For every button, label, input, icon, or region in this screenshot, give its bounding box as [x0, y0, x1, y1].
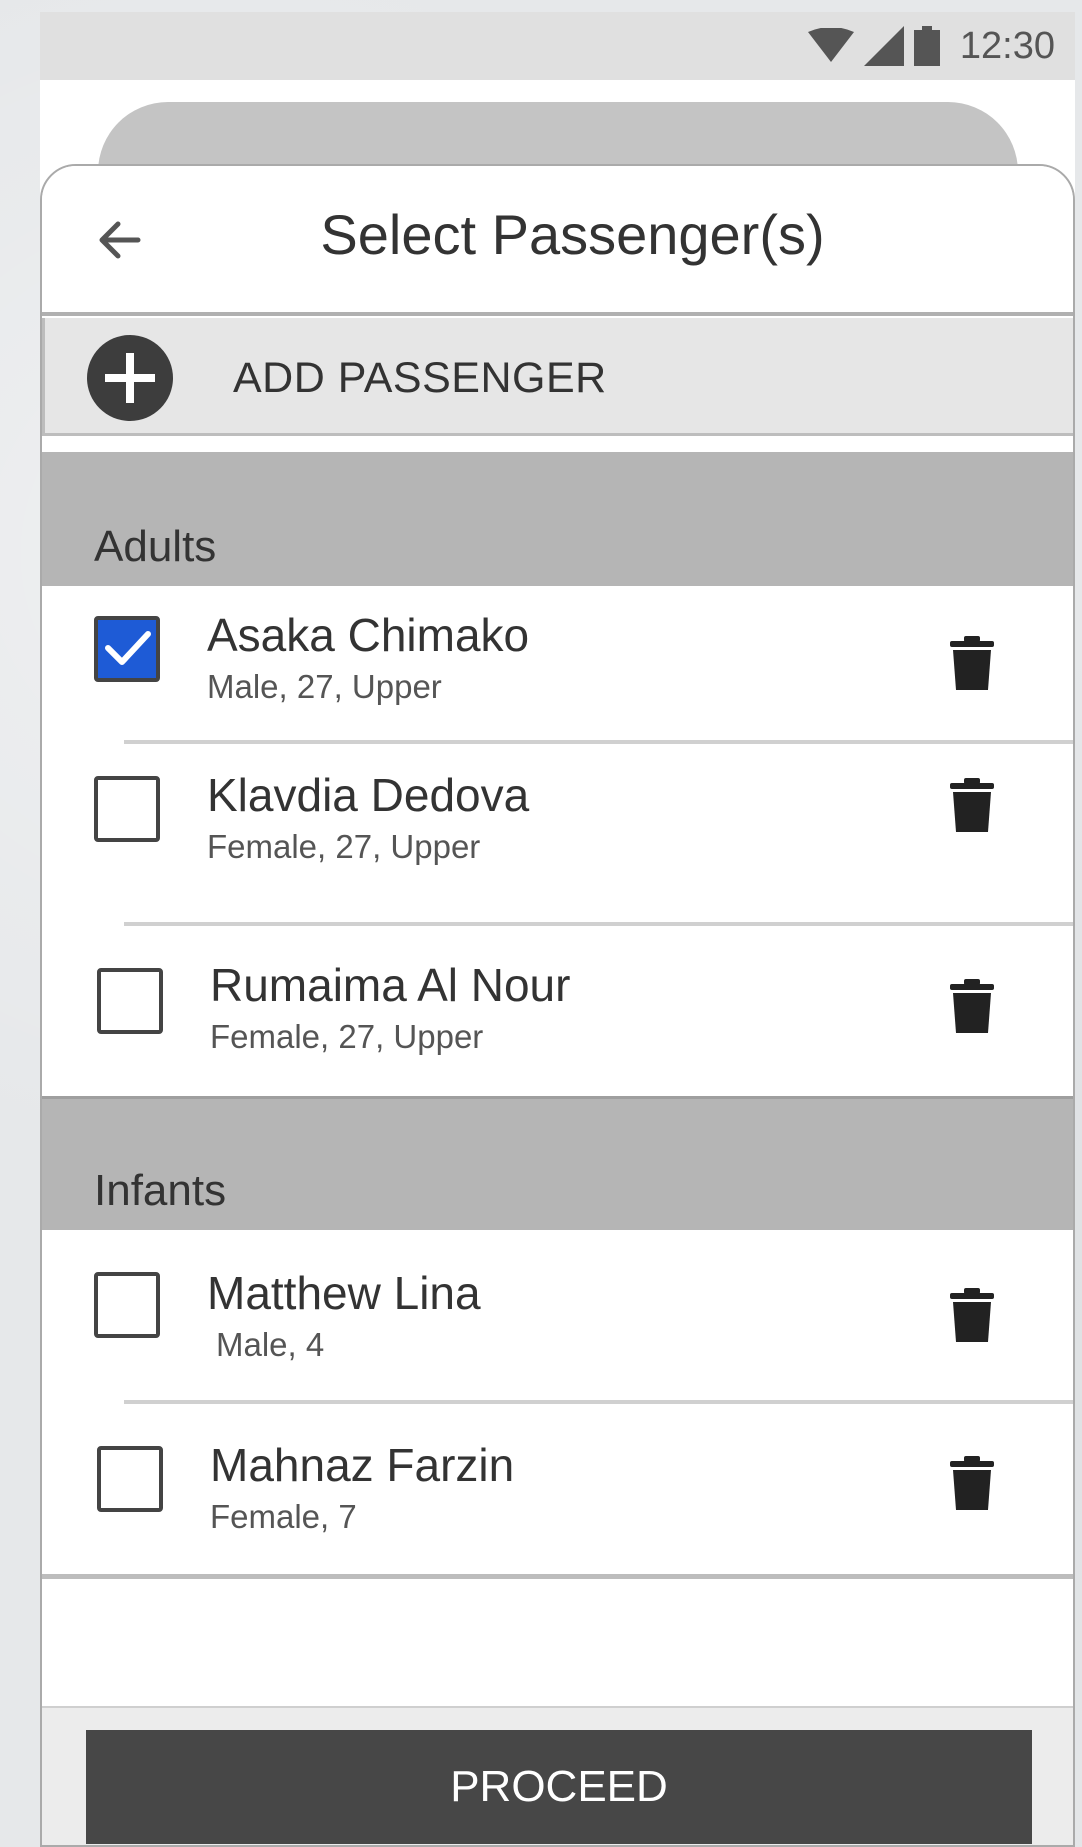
- section-header-infants: Infants: [42, 1096, 1073, 1230]
- passenger-row[interactable]: Mahnaz Farzin Female, 7: [42, 1406, 1073, 1574]
- status-icons: 12:30: [807, 24, 1055, 67]
- passenger-checkbox[interactable]: [97, 968, 163, 1034]
- row-divider: [124, 922, 1073, 926]
- passenger-row[interactable]: Rumaima Al Nour Female, 27, Upper: [42, 928, 1073, 1086]
- row-divider: [124, 1400, 1073, 1404]
- passenger-row[interactable]: Matthew Lina Male, 4: [42, 1230, 1073, 1400]
- check-icon: [105, 631, 151, 665]
- proceed-button[interactable]: PROCEED: [86, 1730, 1032, 1844]
- section-label: Adults: [94, 522, 217, 571]
- passenger-detail: Male, 4: [216, 1326, 325, 1363]
- wifi-icon: [807, 28, 854, 62]
- add-passenger-label: ADD PASSENGER: [233, 354, 607, 402]
- passenger-checkbox[interactable]: [94, 1272, 160, 1338]
- trash-icon[interactable]: [950, 979, 994, 1033]
- passenger-detail: Male, 27, Upper: [207, 668, 442, 705]
- passenger-row[interactable]: Klavdia Dedova Female, 27, Upper: [42, 746, 1073, 922]
- passenger-name: Asaka Chimako: [207, 609, 530, 661]
- trash-icon[interactable]: [950, 1288, 994, 1342]
- passenger-row[interactable]: Asaka Chimako Male, 27, Upper: [42, 586, 1073, 744]
- footer: PROCEED: [42, 1706, 1073, 1845]
- trash-icon[interactable]: [950, 1456, 994, 1510]
- add-passenger-button[interactable]: ADD PASSENGER: [42, 318, 1073, 436]
- trash-icon[interactable]: [950, 636, 994, 690]
- phone-screen: 12:30 Select Passenger(s) ADD PASSENGER …: [40, 12, 1075, 1847]
- battery-icon: [913, 26, 940, 66]
- signal-icon: [863, 26, 904, 66]
- plus-circle-icon: [87, 335, 173, 421]
- passenger-checkbox[interactable]: [94, 616, 160, 682]
- row-divider: [124, 740, 1073, 744]
- sheet-header: Select Passenger(s): [42, 166, 1073, 316]
- passenger-name: Matthew Lina: [207, 1267, 481, 1319]
- passenger-name: Rumaima Al Nour: [210, 959, 571, 1011]
- passenger-sheet: Select Passenger(s) ADD PASSENGER Adults…: [40, 164, 1075, 1847]
- section-header-adults: Adults: [42, 452, 1073, 586]
- passenger-detail: Female, 27, Upper: [207, 828, 481, 865]
- passenger-checkbox[interactable]: [97, 1446, 163, 1512]
- passenger-name: Mahnaz Farzin: [210, 1439, 515, 1491]
- passenger-detail: Female, 7: [210, 1498, 357, 1535]
- passenger-name: Klavdia Dedova: [207, 769, 530, 821]
- section-label: Infants: [94, 1166, 227, 1215]
- trash-icon[interactable]: [950, 778, 994, 832]
- passenger-checkbox[interactable]: [94, 776, 160, 842]
- page-title: Select Passenger(s): [320, 203, 825, 266]
- list-end-divider: [42, 1574, 1073, 1579]
- passenger-detail: Female, 27, Upper: [210, 1018, 484, 1055]
- status-time: 12:30: [959, 24, 1055, 67]
- status-bar: 12:30: [40, 12, 1075, 80]
